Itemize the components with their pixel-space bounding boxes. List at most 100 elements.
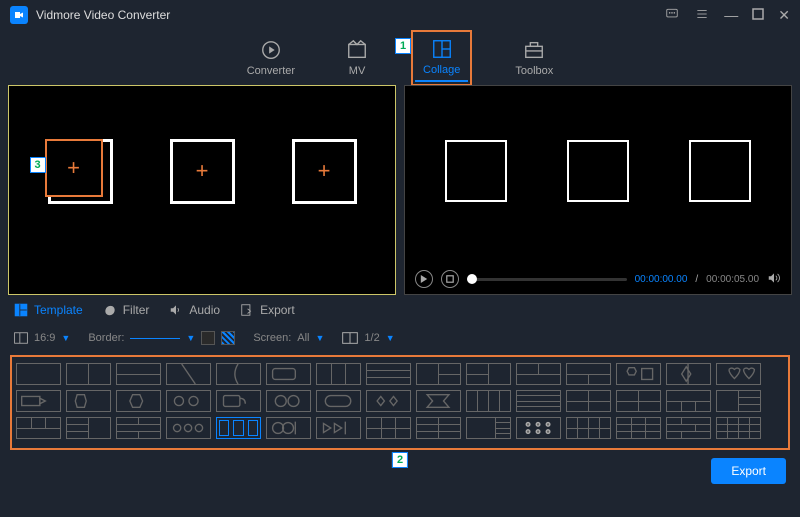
template-item[interactable] [566, 363, 611, 385]
template-item[interactable] [266, 390, 311, 412]
template-item[interactable] [566, 417, 611, 439]
volume-icon[interactable] [767, 271, 781, 288]
template-item[interactable] [616, 363, 661, 385]
badge-1: 1 [395, 38, 411, 54]
template-item[interactable] [366, 417, 411, 439]
template-item[interactable] [216, 363, 261, 385]
template-item[interactable] [416, 417, 461, 439]
collage-slot-1-selected[interactable]: + [45, 139, 103, 197]
template-item[interactable] [166, 363, 211, 385]
collage-slot-1[interactable]: + [48, 139, 113, 204]
collage-slot-2[interactable]: + [170, 139, 235, 204]
add-icon: + [196, 158, 209, 184]
badge-2: 2 [392, 452, 408, 468]
tab-filter[interactable]: Filter [103, 303, 150, 317]
template-item[interactable] [66, 390, 111, 412]
export-icon [240, 303, 254, 317]
template-item[interactable] [16, 363, 61, 385]
aspect-ratio-dropdown[interactable]: 16:9▼ [14, 332, 70, 344]
play-button[interactable] [415, 270, 433, 288]
template-item[interactable] [216, 390, 261, 412]
time-current: 00:00:00.00 [635, 274, 688, 285]
border-pattern-swatch[interactable] [221, 331, 235, 345]
template-item[interactable] [316, 417, 361, 439]
template-item[interactable] [166, 390, 211, 412]
preview-slot-2 [567, 140, 629, 202]
preview-slot-3 [689, 140, 751, 202]
close-button[interactable]: ✕ [778, 8, 790, 22]
nav-converter[interactable]: Converter [239, 35, 303, 81]
template-item[interactable] [266, 363, 311, 385]
preview-panel: 00:00:00.00/00:00:05.00 [404, 85, 792, 295]
template-item[interactable] [716, 417, 761, 439]
template-item[interactable] [616, 417, 661, 439]
template-item-selected[interactable] [216, 417, 261, 439]
nav-toolbox[interactable]: Toolbox [507, 35, 561, 81]
app-title: Vidmore Video Converter [36, 8, 664, 22]
template-item[interactable] [166, 417, 211, 439]
collage-slot-3[interactable]: + [292, 139, 357, 204]
border-style-dropdown[interactable]: ▼ [130, 333, 195, 343]
template-item[interactable] [316, 390, 361, 412]
template-item[interactable] [566, 390, 611, 412]
template-item[interactable] [16, 417, 61, 439]
template-icon [14, 303, 28, 317]
collage-icon [431, 38, 453, 60]
template-item[interactable] [416, 363, 461, 385]
stop-button[interactable] [441, 270, 459, 288]
seek-bar[interactable] [467, 278, 627, 281]
template-item[interactable] [466, 417, 511, 439]
app-logo [10, 6, 28, 24]
export-button[interactable]: Export [711, 458, 786, 484]
template-item[interactable] [516, 363, 561, 385]
audio-icon [169, 303, 183, 317]
filter-icon [103, 303, 117, 317]
badge-3: 3 [30, 157, 46, 173]
template-item[interactable] [716, 390, 761, 412]
template-grid: 2 [10, 355, 790, 450]
template-item[interactable] [116, 363, 161, 385]
template-item[interactable] [366, 390, 411, 412]
template-item[interactable] [116, 417, 161, 439]
tab-export[interactable]: Export [240, 303, 295, 317]
template-item[interactable] [466, 363, 511, 385]
template-item[interactable] [16, 390, 61, 412]
border-color-swatch[interactable] [201, 331, 215, 345]
maximize-button[interactable] [752, 8, 764, 22]
border-control: Border: ▼ [88, 331, 235, 345]
converter-icon [260, 39, 282, 61]
template-item[interactable] [66, 417, 111, 439]
template-item[interactable] [316, 363, 361, 385]
template-item[interactable] [516, 390, 561, 412]
nav-mv[interactable]: MV [338, 35, 376, 81]
template-item[interactable] [66, 363, 111, 385]
template-item[interactable] [666, 417, 711, 439]
template-item[interactable] [716, 363, 761, 385]
template-item[interactable] [466, 390, 511, 412]
template-item[interactable] [116, 390, 161, 412]
template-item[interactable] [666, 363, 711, 385]
mv-icon [346, 39, 368, 61]
tab-template[interactable]: Template [14, 303, 83, 317]
minimize-button[interactable]: — [724, 8, 738, 22]
template-item[interactable] [416, 390, 461, 412]
nav-collage[interactable]: Collage [415, 34, 468, 82]
split-icon [342, 332, 358, 344]
template-item[interactable] [266, 417, 311, 439]
template-item[interactable] [616, 390, 661, 412]
collage-editor-panel: + 3 + + [8, 85, 396, 295]
time-total: 00:00:05.00 [706, 274, 759, 285]
screen-dropdown[interactable]: Screen: All▼ [253, 332, 324, 344]
tab-audio[interactable]: Audio [169, 303, 220, 317]
template-item[interactable] [666, 390, 711, 412]
menu-icon[interactable] [694, 7, 710, 23]
preview-slot-1 [445, 140, 507, 202]
seek-handle[interactable] [467, 274, 477, 284]
template-item[interactable] [366, 363, 411, 385]
split-dropdown[interactable]: 1/2▼ [342, 332, 394, 344]
toolbox-icon [523, 39, 545, 61]
add-icon: + [318, 158, 331, 184]
feedback-icon[interactable] [664, 7, 680, 23]
template-item[interactable] [516, 417, 561, 439]
add-icon: + [67, 155, 80, 181]
